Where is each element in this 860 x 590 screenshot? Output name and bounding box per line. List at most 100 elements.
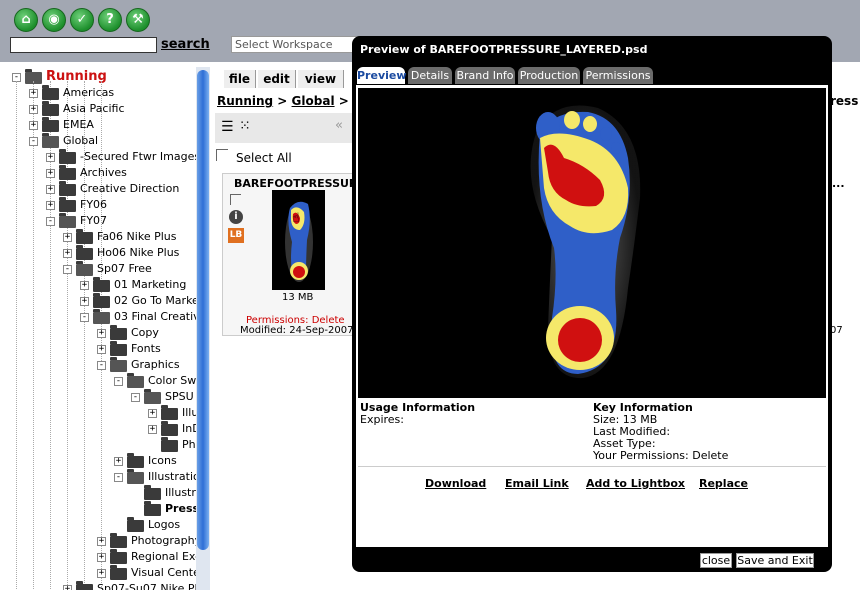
- tree-expander[interactable]: +: [97, 329, 106, 338]
- tree-item[interactable]: + Copy: [10, 325, 196, 341]
- list-view-icon[interactable]: ☰: [221, 119, 234, 135]
- tree-item[interactable]: Photoshop: [10, 437, 196, 453]
- tree-item[interactable]: + EMEA: [10, 117, 196, 133]
- email-link[interactable]: Email Link: [505, 477, 569, 490]
- search-button[interactable]: search: [161, 37, 210, 52]
- tree-expander[interactable]: +: [97, 553, 106, 562]
- tab-production[interactable]: Production: [518, 67, 580, 84]
- replace-link[interactable]: Replace: [699, 477, 748, 490]
- folder-icon: [110, 565, 127, 580]
- add-to-lightbox-link[interactable]: Add to Lightbox: [586, 477, 685, 490]
- tree-expander[interactable]: -: [63, 265, 72, 274]
- tree-expander[interactable]: -: [114, 377, 123, 386]
- tree-expander[interactable]: -: [97, 361, 106, 370]
- tree-item[interactable]: + Creative Direction: [10, 181, 196, 197]
- tree-item[interactable]: + Regional Execution: [10, 549, 196, 565]
- tree-expander[interactable]: +: [63, 249, 72, 258]
- tree-item[interactable]: + Illustrator: [10, 405, 196, 421]
- tree-item[interactable]: - Sp07 Free: [10, 261, 196, 277]
- tree-item[interactable]: - Illustrations: [10, 469, 196, 485]
- menu-file[interactable]: file: [224, 70, 256, 88]
- tree-item-label: Pressure: [165, 502, 196, 515]
- tree-item[interactable]: + Ho06 Nike Plus: [10, 245, 196, 261]
- checkmark-icon[interactable]: ✓: [70, 8, 94, 32]
- tab-brand-info[interactable]: Brand Info: [455, 67, 515, 84]
- tree-scrollbar-thumb[interactable]: [197, 70, 209, 550]
- tree-expander[interactable]: +: [97, 345, 106, 354]
- home-icon[interactable]: ⌂: [14, 8, 38, 32]
- tree-item[interactable]: + Archives: [10, 165, 196, 181]
- tree-item[interactable]: +02 Go To Market: [10, 293, 196, 309]
- tree-item[interactable]: + Icons: [10, 453, 196, 469]
- tree-expander[interactable]: +: [97, 537, 106, 546]
- tree-item[interactable]: + Photography: [10, 533, 196, 549]
- prev-page-icon[interactable]: «: [335, 118, 343, 133]
- tree-expander[interactable]: +: [148, 425, 157, 434]
- tree-item[interactable]: + -Secured Ftwr Images: [10, 149, 196, 165]
- tree-expander[interactable]: -: [29, 137, 38, 146]
- select-all-checkbox[interactable]: [216, 149, 228, 161]
- tree-expander[interactable]: +: [29, 121, 38, 130]
- asset-thumbnail[interactable]: [272, 190, 325, 290]
- tree-expander[interactable]: +: [63, 233, 72, 242]
- breadcrumb-global[interactable]: Global: [292, 94, 335, 108]
- workspace-select[interactable]: Select Workspace: [231, 36, 361, 53]
- tab-details[interactable]: Details: [408, 67, 452, 84]
- asset-card-title[interactable]: BAREFOOTPRESSURE_LAYERED.psd: [234, 177, 356, 190]
- tree-expander[interactable]: +: [80, 281, 89, 290]
- tab-permissions[interactable]: Permissions: [583, 67, 653, 84]
- tree-expander[interactable]: -: [131, 393, 140, 402]
- tree-expander[interactable]: +: [114, 457, 123, 466]
- tree-expander[interactable]: +: [148, 409, 157, 418]
- lightbox-icon[interactable]: LB: [228, 228, 244, 243]
- info-icon[interactable]: i: [229, 210, 243, 224]
- tree-item[interactable]: + Asia Pacific: [10, 101, 196, 117]
- save-and-exit-button[interactable]: Save and Exit: [736, 553, 814, 568]
- tree-item[interactable]: - SPSU: [10, 389, 196, 405]
- tree-item-label: -Secured Ftwr Images: [80, 150, 196, 163]
- tree-expander[interactable]: -: [80, 313, 89, 322]
- folder-icon: [76, 229, 93, 244]
- tree-expander[interactable]: +: [80, 297, 89, 306]
- download-link[interactable]: Download: [425, 477, 486, 490]
- close-button[interactable]: close: [700, 553, 732, 568]
- wrench-icon[interactable]: ⚒: [126, 8, 150, 32]
- preview-divider: [358, 466, 826, 467]
- tree-expander[interactable]: +: [63, 585, 72, 590]
- tree-expander[interactable]: +: [46, 185, 55, 194]
- menu-edit[interactable]: edit: [258, 70, 296, 88]
- tree-expander[interactable]: +: [46, 201, 55, 210]
- tree-item[interactable]: Logos: [10, 517, 196, 533]
- breadcrumb-running[interactable]: Running: [217, 94, 273, 108]
- asset-checkbox[interactable]: [230, 194, 241, 205]
- tab-preview[interactable]: Preview: [357, 67, 407, 84]
- tree-expander[interactable]: +: [46, 169, 55, 178]
- tree-item[interactable]: - Graphics: [10, 357, 196, 373]
- tree-expander[interactable]: +: [29, 89, 38, 98]
- tree-item[interactable]: +01 Marketing: [10, 277, 196, 293]
- tree-item[interactable]: + FY06: [10, 197, 196, 213]
- tree-item[interactable]: Pressure: [10, 501, 196, 517]
- tree-expander[interactable]: -: [46, 217, 55, 226]
- tree-item[interactable]: - FY07: [10, 213, 196, 229]
- tree-item[interactable]: + Sp07-Su07 Nike Plus: [10, 581, 196, 590]
- tree-expander[interactable]: +: [97, 569, 106, 578]
- tree-item[interactable]: - 03 Final Creative: [10, 309, 196, 325]
- tree-item[interactable]: + InDesign: [10, 421, 196, 437]
- folder-icon: [144, 389, 161, 404]
- tree-item[interactable]: + Americas: [10, 85, 196, 101]
- tree-item[interactable]: - Global: [10, 133, 196, 149]
- tree-expander[interactable]: +: [29, 105, 38, 114]
- help-icon[interactable]: ?: [98, 8, 122, 32]
- menu-view[interactable]: view: [298, 70, 344, 88]
- camera-icon[interactable]: ◉: [42, 8, 66, 32]
- tree-item[interactable]: + Visual Center: [10, 565, 196, 581]
- search-input[interactable]: [10, 37, 157, 53]
- tree-item[interactable]: Illustrator: [10, 485, 196, 501]
- tree-item[interactable]: - Color Swatches: [10, 373, 196, 389]
- grid-view-icon[interactable]: ⁙: [239, 118, 251, 134]
- tree-expander[interactable]: -: [114, 473, 123, 482]
- tree-item[interactable]: + Fa06 Nike Plus: [10, 229, 196, 245]
- tree-item[interactable]: + Fonts: [10, 341, 196, 357]
- tree-expander[interactable]: +: [46, 153, 55, 162]
